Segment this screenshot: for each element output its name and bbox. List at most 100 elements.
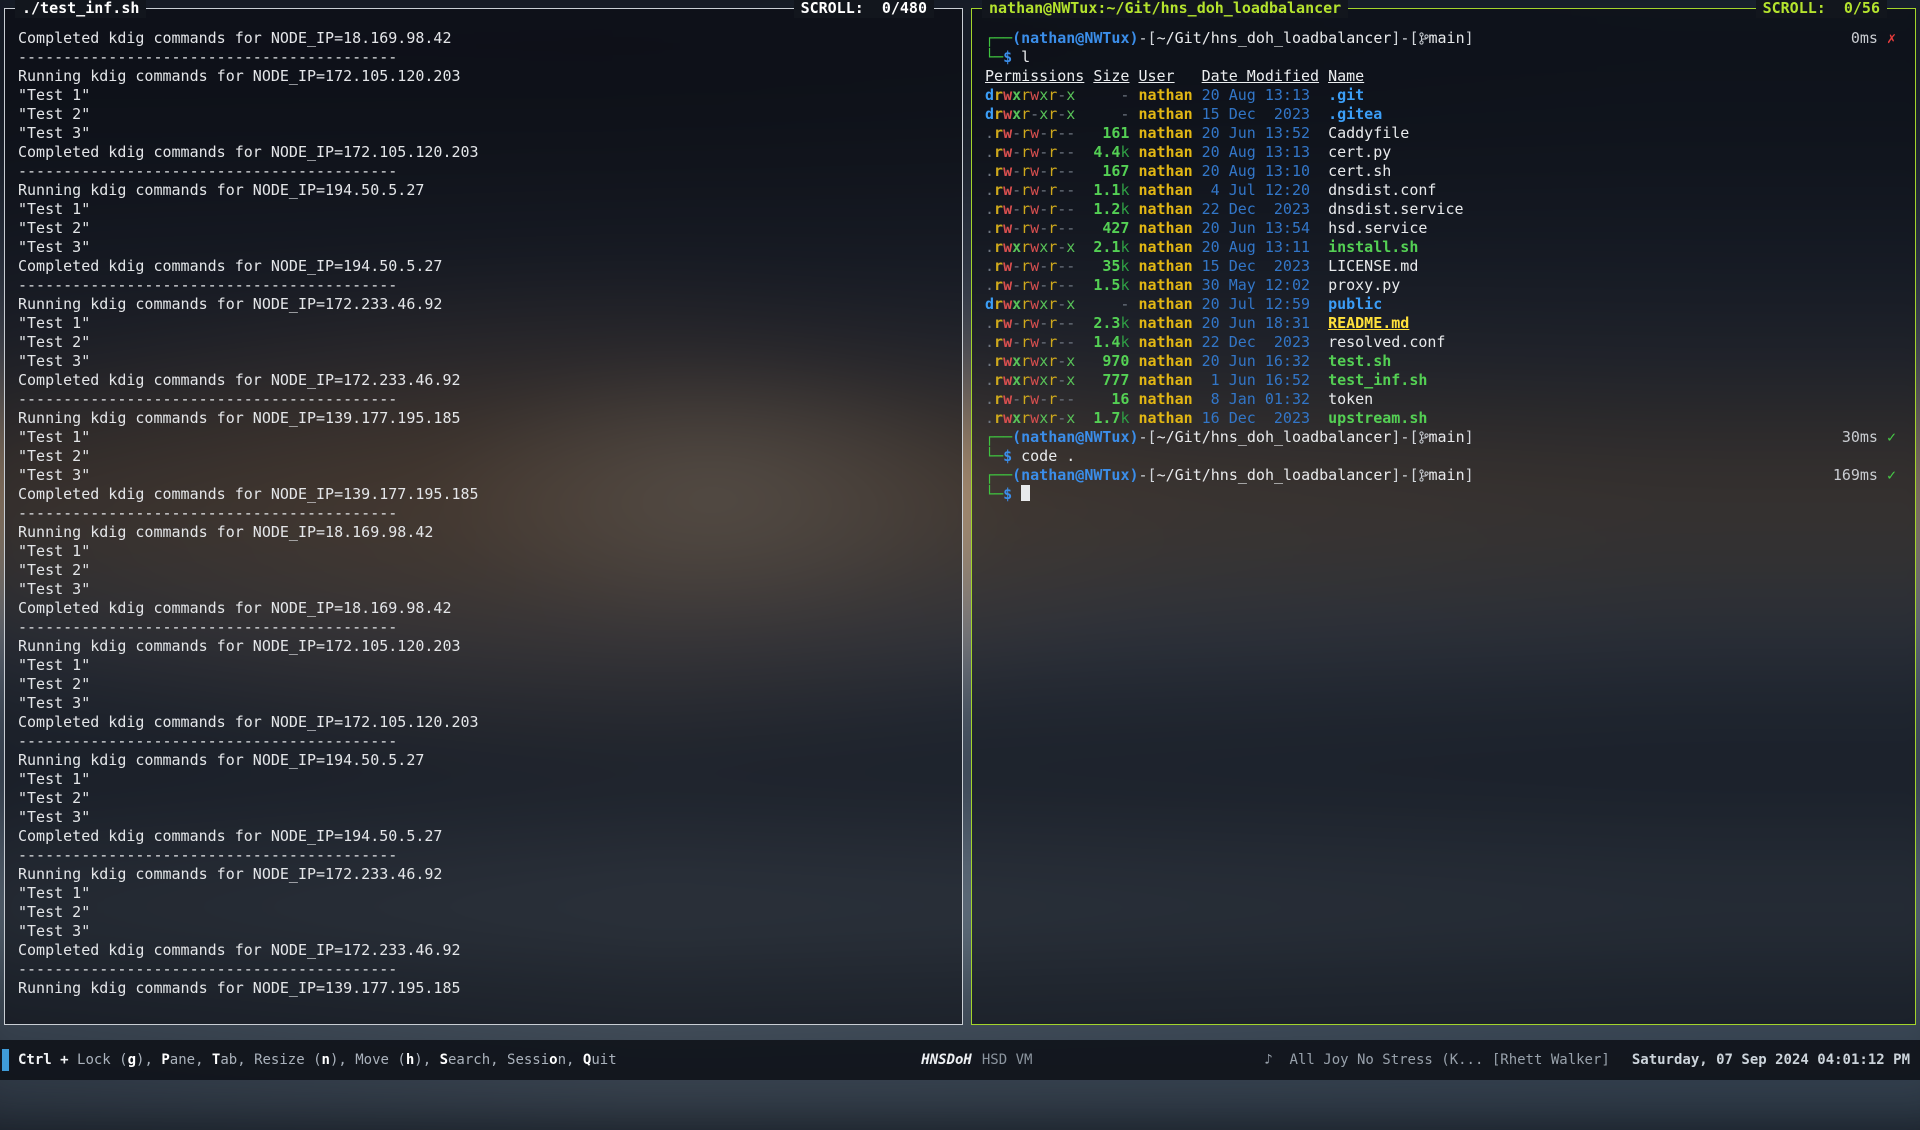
terminal-output-line: "Test 2"	[18, 789, 949, 808]
status-mode-indicator	[2, 1049, 9, 1071]
file-row: drwxrwxr-x - nathan 20 Aug 13:13 .git	[985, 86, 1902, 105]
terminal-output-line: "Test 1"	[18, 314, 949, 333]
terminal-output-line: Running kdig commands for NODE_IP=194.50…	[18, 181, 949, 200]
command-duration: 0ms✗	[1851, 29, 1896, 48]
file-name: README.md	[1328, 314, 1409, 332]
terminal-output-line: "Test 3"	[18, 922, 949, 941]
file-row: .rw-rw-r-- 1.5k nathan 30 May 12:02 prox…	[985, 276, 1902, 295]
file-row: drwxr-xr-x - nathan 15 Dec 2023 .gitea	[985, 105, 1902, 124]
terminal-output-line: Running kdig commands for NODE_IP=194.50…	[18, 751, 949, 770]
file-name: token	[1328, 390, 1373, 408]
git-branch-icon	[1419, 466, 1429, 484]
prompt-line: ┌──(nathan@NWTux)-[~/Git/hns_doh_loadbal…	[985, 466, 1902, 485]
file-row: .rw-rw-r-- 2.3k nathan 20 Jun 18:31 READ…	[985, 314, 1902, 333]
terminal-cursor[interactable]	[1021, 485, 1030, 501]
terminal-output-line: "Test 3"	[18, 580, 949, 599]
terminal-output-line: "Test 2"	[18, 333, 949, 352]
keybind-hints: Ctrl + Lock (g), Pane, Tab, Resize (n), …	[18, 1052, 617, 1068]
file-row: .rwxrwxr-x 777 nathan 1 Jun 16:52 test_i…	[985, 371, 1902, 390]
terminal-output-line: "Test 1"	[18, 86, 949, 105]
session-name: HNSDoHHSD VM	[888, 1036, 1033, 1084]
terminal-output-line: Running kdig commands for NODE_IP=172.23…	[18, 295, 949, 314]
terminal-output-line: Completed kdig commands for NODE_IP=194.…	[18, 827, 949, 846]
terminal-output-line: "Test 2"	[18, 447, 949, 466]
terminal-output-line: Completed kdig commands for NODE_IP=172.…	[18, 371, 949, 390]
file-row: .rw-rw-r-- 16 nathan 8 Jan 01:32 token	[985, 390, 1902, 409]
file-row: .rwxrwxr-x 970 nathan 20 Jun 16:32 test.…	[985, 352, 1902, 371]
prompt-command-line: └─$ code .	[985, 447, 1902, 466]
terminal-output-line: Completed kdig commands for NODE_IP=18.1…	[18, 599, 949, 618]
file-name: cert.py	[1328, 143, 1391, 161]
terminal-output-line: Running kdig commands for NODE_IP=18.169…	[18, 523, 949, 542]
file-row: .rw-rw-r-- 4.4k nathan 20 Aug 13:13 cert…	[985, 143, 1902, 162]
session-app-label: HNSDoH	[921, 1052, 972, 1068]
file-name: resolved.conf	[1328, 333, 1445, 351]
terminal-output-line: ----------------------------------------…	[18, 960, 949, 979]
terminal-output-line: Running kdig commands for NODE_IP=139.17…	[18, 409, 949, 428]
terminal-output-line: "Test 2"	[18, 219, 949, 238]
file-row: .rw-rw-r-- 1.4k nathan 22 Dec 2023 resol…	[985, 333, 1902, 352]
file-name: LICENSE.md	[1328, 257, 1418, 275]
terminal-output-line: "Test 1"	[18, 200, 949, 219]
terminal-output-line: "Test 1"	[18, 770, 949, 789]
terminal-output-line: ----------------------------------------…	[18, 276, 949, 295]
file-name: upstream.sh	[1328, 409, 1427, 427]
terminal-output-line: ----------------------------------------…	[18, 846, 949, 865]
terminal-output-line: "Test 1"	[18, 884, 949, 903]
terminal-output-line: "Test 3"	[18, 124, 949, 143]
file-row: drwxrwxr-x - nathan 20 Jul 12:59 public	[985, 295, 1902, 314]
zellij-status-bar: Ctrl + Lock (g), Pane, Tab, Resize (n), …	[0, 1040, 1920, 1080]
terminal-output-line: ----------------------------------------…	[18, 162, 949, 181]
file-row: .rw-rw-r-- 1.1k nathan 4 Jul 12:20 dnsdi…	[985, 181, 1902, 200]
file-name: public	[1328, 295, 1382, 313]
pane-right-shell[interactable]: nathan@NWTux:~/Git/hns_doh_loadbalancer …	[971, 8, 1916, 1025]
success-check-icon: ✓	[1887, 466, 1896, 484]
prompt-command-line: └─$	[985, 485, 1902, 504]
prompt-line: ┌──(nathan@NWTux)-[~/Git/hns_doh_loadbal…	[985, 428, 1902, 447]
file-row: .rw-rw-r-- 1.2k nathan 22 Dec 2023 dnsdi…	[985, 200, 1902, 219]
file-name: install.sh	[1328, 238, 1418, 256]
command-duration: 30ms✓	[1842, 428, 1896, 447]
clock-datetime: Saturday, 07 Sep 2024 04:01:12 PM	[1632, 1052, 1910, 1068]
prompt-line: ┌──(nathan@NWTux)-[~/Git/hns_doh_loadbal…	[985, 29, 1902, 48]
terminal-output-line: "Test 2"	[18, 903, 949, 922]
terminal-output-line: "Test 2"	[18, 675, 949, 694]
left-pane-terminal-output[interactable]: Completed kdig commands for NODE_IP=18.1…	[5, 9, 962, 998]
success-check-icon: ✓	[1887, 428, 1896, 446]
terminal-output-line: ----------------------------------------…	[18, 48, 949, 67]
file-row: .rw-rw-r-- 427 nathan 20 Jun 13:54 hsd.s…	[985, 219, 1902, 238]
terminal-output-line: ----------------------------------------…	[18, 618, 949, 637]
pane-left-test-script[interactable]: ./test_inf.sh SCROLL: 0/480 Completed kd…	[4, 8, 963, 1025]
terminal-output-line: Completed kdig commands for NODE_IP=194.…	[18, 257, 949, 276]
terminal-output-line: Running kdig commands for NODE_IP=139.17…	[18, 979, 949, 998]
prompt-command-line: └─$ l	[985, 48, 1902, 67]
pane-left-scroll-indicator: SCROLL: 0/480	[794, 0, 934, 18]
file-name: dnsdist.conf	[1328, 181, 1436, 199]
file-name: .gitea	[1328, 105, 1382, 123]
terminal-output-line: Running kdig commands for NODE_IP=172.10…	[18, 637, 949, 656]
file-row: .rw-rw-r-- 35k nathan 15 Dec 2023 LICENS…	[985, 257, 1902, 276]
terminal-output-line: Running kdig commands for NODE_IP=172.10…	[18, 67, 949, 86]
music-note-icon: ♪	[1264, 1052, 1272, 1068]
terminal-output-line: "Test 3"	[18, 352, 949, 371]
terminal-output-line: Completed kdig commands for NODE_IP=172.…	[18, 941, 949, 960]
terminal-output-line: Completed kdig commands for NODE_IP=172.…	[18, 143, 949, 162]
command-duration: 169ms✓	[1833, 466, 1896, 485]
status-right-group: ♪ All Joy No Stress (K... [Rhett Walker]…	[1264, 1052, 1920, 1068]
file-name: test_inf.sh	[1328, 371, 1427, 389]
git-branch-icon	[1419, 29, 1429, 47]
file-name: .git	[1328, 86, 1364, 104]
listing-header-row: Permissions Size User Date Modified Name	[985, 67, 1902, 86]
terminal-output-line: "Test 3"	[18, 694, 949, 713]
failure-cross-icon: ✗	[1887, 29, 1896, 47]
file-name: hsd.service	[1328, 219, 1427, 237]
pane-right-scroll-indicator: SCROLL: 0/56	[1756, 0, 1887, 18]
terminal-output-line: "Test 1"	[18, 542, 949, 561]
file-name: dnsdist.service	[1328, 200, 1463, 218]
file-row: .rwxrwxr-x 1.7k nathan 16 Dec 2023 upstr…	[985, 409, 1902, 428]
file-row: .rwxrwxr-x 2.1k nathan 20 Aug 13:11 inst…	[985, 238, 1902, 257]
terminal-output-line: ----------------------------------------…	[18, 390, 949, 409]
right-pane-terminal[interactable]: ┌──(nathan@NWTux)-[~/Git/hns_doh_loadbal…	[972, 9, 1915, 504]
file-name: proxy.py	[1328, 276, 1400, 294]
terminal-output-line: "Test 3"	[18, 466, 949, 485]
